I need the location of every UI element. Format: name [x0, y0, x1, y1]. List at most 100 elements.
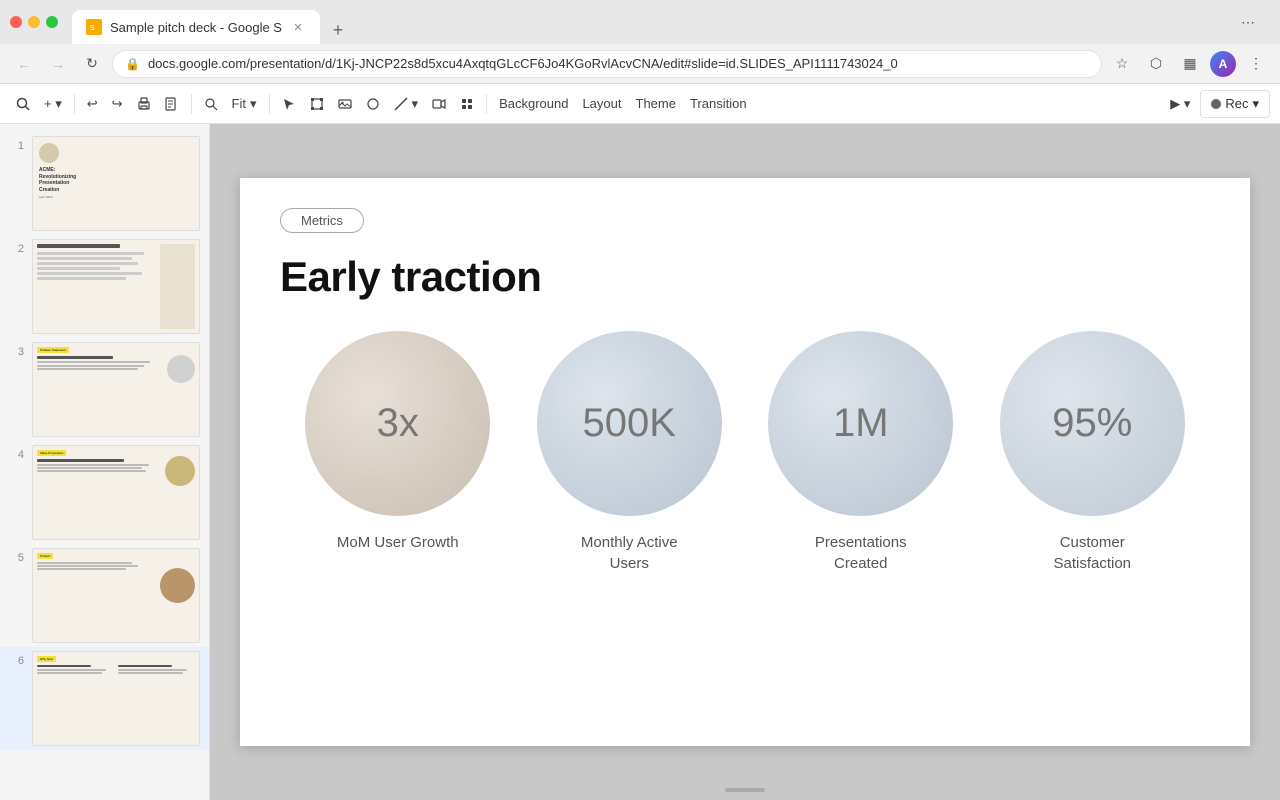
slide-thumbnail-3: Problem Statement — [32, 342, 200, 437]
main-layout: 1 ACME:RevolutionizingPresentationCreati… — [0, 124, 1280, 800]
metric-circle-3: 1M — [768, 331, 953, 516]
toolbar-separator-2 — [191, 94, 192, 114]
rec-label: Rec — [1225, 96, 1248, 111]
slide-thumbnail-1: ACME:RevolutionizingPresentationCreation… — [32, 136, 200, 231]
close-window-button[interactable] — [10, 16, 22, 28]
copy-format-button[interactable] — [159, 90, 185, 118]
slide-number-4: 4 — [8, 445, 24, 461]
slide-title: Early traction — [280, 253, 1210, 301]
shapes-tool[interactable] — [360, 90, 386, 118]
toolbar-separator-4 — [486, 94, 487, 114]
slide-thumbnail-4: Value Proposition — [32, 445, 200, 540]
more-tools[interactable] — [454, 90, 480, 118]
slide-thumbnail-5: Product — [32, 548, 200, 643]
metric-label-1: MoM User Growth — [337, 532, 459, 553]
slide-thumb-item-5[interactable]: 5 Product — [0, 544, 209, 647]
metric-label-3: PresentationsCreated — [815, 532, 907, 574]
slide-thumbnail-6: Why Now — [32, 651, 200, 746]
toolbar-separator-3 — [269, 94, 270, 114]
metric-circle-4: 95% — [1000, 331, 1185, 516]
lock-icon: 🔒 — [125, 57, 140, 71]
address-bar-row: ← → ↻ 🔒 docs.google.com/presentation/d/1… — [0, 44, 1280, 84]
metric-item-3: 1M PresentationsCreated — [753, 331, 969, 574]
slide-badge: Metrics — [280, 208, 364, 233]
browser-settings-button[interactable]: ⋮ — [1242, 50, 1270, 78]
metric-item-2: 500K Monthly ActiveUsers — [522, 331, 738, 574]
metric-circle-1: 3x — [305, 331, 490, 516]
transform-tool[interactable] — [304, 90, 330, 118]
reload-button[interactable]: ↻ — [78, 50, 106, 78]
video-tool[interactable] — [426, 90, 452, 118]
metric-item-1: 3x MoM User Growth — [290, 331, 506, 574]
metric-circle-2: 500K — [537, 331, 722, 516]
tab-bar: S Sample pitch deck - Google S ✕ + — [72, 0, 1226, 44]
minimize-window-button[interactable] — [28, 16, 40, 28]
slide-canvas-area: Metrics Early traction 3x MoM User Growt… — [210, 124, 1280, 800]
slide-thumbnail-2 — [32, 239, 200, 334]
toolbar-right-area: ▶ ▾ Rec ▾ — [1164, 90, 1270, 118]
undo-button[interactable]: ↩ — [81, 90, 104, 118]
thumb1-title-text: ACME:RevolutionizingPresentationCreation — [39, 167, 193, 193]
transition-label: Transition — [690, 96, 747, 111]
metric-item-4: 95% CustomerSatisfaction — [985, 331, 1201, 574]
extensions-button[interactable]: ⬡ — [1142, 50, 1170, 78]
slide-number-1: 1 — [8, 136, 24, 152]
slides-toolbar: + ▾ ↩ ↪ Fit ▾ ▾ — [0, 84, 1280, 124]
search-button[interactable] — [10, 90, 36, 118]
rec-dot-icon — [1211, 99, 1221, 109]
background-button[interactable]: Background — [493, 90, 574, 118]
background-label: Background — [499, 96, 568, 111]
slide-panel: 1 ACME:RevolutionizingPresentationCreati… — [0, 124, 210, 800]
slide-content: Metrics Early traction 3x MoM User Growt… — [240, 178, 1250, 746]
toolbar-separator-1 — [74, 94, 75, 114]
metric-value-1: 3x — [377, 401, 419, 446]
slide-number-3: 3 — [8, 342, 24, 358]
tab-close-button[interactable]: ✕ — [290, 19, 306, 35]
metric-value-2: 500K — [583, 401, 676, 446]
maximize-window-button[interactable] — [46, 16, 58, 28]
slide-thumb-item-1[interactable]: 1 ACME:RevolutionizingPresentationCreati… — [0, 132, 209, 235]
browser-controls-right: ⋯ — [1234, 8, 1270, 36]
active-tab[interactable]: S Sample pitch deck - Google S ✕ — [72, 10, 320, 44]
metric-label-2: Monthly ActiveUsers — [581, 532, 678, 574]
tab-favicon: S — [86, 19, 102, 35]
slide-number-2: 2 — [8, 239, 24, 255]
insert-menu[interactable]: + ▾ — [38, 90, 68, 118]
url-text: docs.google.com/presentation/d/1Kj-JNCP2… — [148, 56, 1089, 71]
line-tool[interactable]: ▾ — [388, 90, 425, 118]
theme-button[interactable]: Theme — [630, 90, 682, 118]
browser-menu-button[interactable]: ⋯ — [1234, 8, 1262, 36]
slide-thumb-item-2[interactable]: 2 — [0, 235, 209, 338]
print-button[interactable] — [131, 90, 157, 118]
svg-text:S: S — [90, 25, 95, 32]
profile-avatar[interactable]: A — [1210, 51, 1236, 77]
back-button[interactable]: ← — [10, 50, 38, 78]
zoom-button[interactable] — [198, 90, 224, 118]
slide-thumb-item-6[interactable]: 6 Why Now — [0, 647, 209, 750]
forward-button[interactable]: → — [44, 50, 72, 78]
select-tool[interactable] — [276, 90, 302, 118]
slide-canvas: Metrics Early traction 3x MoM User Growt… — [240, 178, 1250, 746]
browser-chrome: S Sample pitch deck - Google S ✕ + ⋯ ← →… — [0, 0, 1280, 124]
traffic-lights — [10, 16, 58, 28]
transition-button[interactable]: Transition — [684, 90, 753, 118]
address-bar[interactable]: 🔒 docs.google.com/presentation/d/1Kj-JNC… — [112, 50, 1102, 78]
image-tool[interactable] — [332, 90, 358, 118]
slide-thumb-item-3[interactable]: 3 Problem Statement — [0, 338, 209, 441]
sidebar-toggle-button[interactable]: ▦ — [1176, 50, 1204, 78]
layout-label: Layout — [582, 96, 621, 111]
redo-button[interactable]: ↪ — [106, 90, 129, 118]
slide-number-5: 5 — [8, 548, 24, 564]
layout-button[interactable]: Layout — [576, 90, 627, 118]
metric-label-4: CustomerSatisfaction — [1053, 532, 1131, 574]
slide-number-6: 6 — [8, 651, 24, 667]
new-tab-button[interactable]: + — [324, 16, 352, 44]
metric-value-3: 1M — [833, 401, 889, 446]
present-dropdown-button[interactable]: ▶ ▾ — [1164, 90, 1196, 118]
zoom-value-btn[interactable]: Fit ▾ — [226, 90, 263, 118]
bookmark-button[interactable]: ☆ — [1108, 50, 1136, 78]
slide-thumb-item-4[interactable]: 4 Value Proposition — [0, 441, 209, 544]
metrics-row: 3x MoM User Growth 500K Monthly ActiveUs… — [280, 331, 1210, 574]
record-button[interactable]: Rec ▾ — [1200, 90, 1270, 118]
tab-title-text: Sample pitch deck - Google S — [110, 20, 282, 35]
